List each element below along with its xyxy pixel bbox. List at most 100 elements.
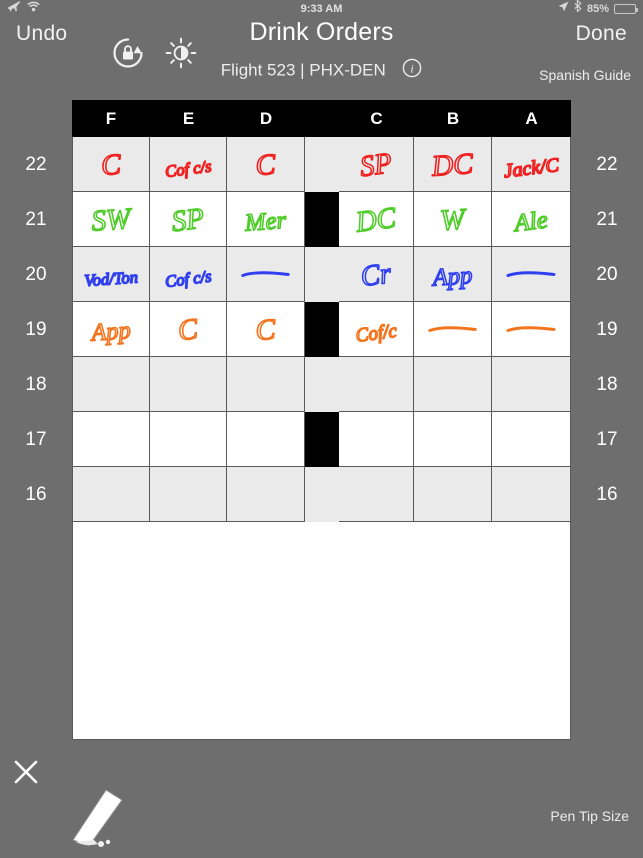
seat-cell-18F[interactable] xyxy=(72,357,150,412)
column-header-F: F xyxy=(105,108,117,128)
seat-cell-20B[interactable]: App xyxy=(414,247,492,302)
seat-cell-22A[interactable]: Jack/C xyxy=(492,137,571,192)
seat-cell-20D[interactable] xyxy=(227,247,305,302)
svg-text:Mer: Mer xyxy=(243,207,287,237)
column-header-C: C xyxy=(370,108,383,128)
seat-cell-20A[interactable] xyxy=(492,247,571,302)
seat-row-17: 17 17 xyxy=(25,412,618,467)
seat-cell-20C[interactable]: Cr xyxy=(339,247,414,302)
handwriting-ink: Cof c/s xyxy=(150,137,226,191)
seat-cell-16D[interactable] xyxy=(227,467,305,522)
seat-cell-20F[interactable]: Vod/Ton xyxy=(72,247,150,302)
seat-cell-18D[interactable] xyxy=(227,357,305,412)
seat-cell-22D[interactable]: C xyxy=(227,137,305,192)
aisle xyxy=(305,302,339,357)
seat-cell-17B[interactable] xyxy=(414,412,492,467)
status-bar-time: 9:33 AM xyxy=(300,3,343,15)
status-bar: 9:33 AM 85% xyxy=(0,0,643,18)
seat-cell-21C[interactable]: DC xyxy=(339,192,414,247)
svg-text:Vod/Ton: Vod/Ton xyxy=(84,267,139,290)
seat-cell-16E[interactable] xyxy=(150,467,227,522)
seat-cell-22B[interactable]: DC xyxy=(414,137,492,192)
handwriting-ink: C xyxy=(73,137,149,191)
row-number-left-20: 20 xyxy=(25,264,47,285)
seat-cell-20E[interactable]: Cof c/s xyxy=(150,247,227,302)
seat-cell-18B[interactable] xyxy=(414,357,492,412)
aisle xyxy=(305,247,339,302)
seat-cell-21E[interactable]: SP xyxy=(150,192,227,247)
handwriting-ink: Jack/C xyxy=(492,137,570,191)
notes-canvas[interactable] xyxy=(72,522,571,740)
aisle xyxy=(305,192,339,247)
seat-cell-17C[interactable] xyxy=(339,412,414,467)
pen-tip-size-label[interactable]: Pen Tip Size xyxy=(550,808,629,824)
eraser-icon[interactable] xyxy=(60,784,132,848)
info-icon[interactable]: i xyxy=(402,58,422,82)
svg-text:SP: SP xyxy=(170,202,206,238)
row-number-right-17: 17 xyxy=(596,429,618,450)
seat-row-22: 22 22 C Cof c/s C SP DC Jack/C xyxy=(25,137,618,192)
seat-cell-21A[interactable]: Ale xyxy=(492,192,571,247)
drink-orders-screen: 9:33 AM 85% Undo Drink Orders Flight 523… xyxy=(0,0,643,858)
seat-row-21: 21 21 SW SP Mer DC W Ale xyxy=(25,192,618,247)
spanish-guide-button[interactable]: Spanish Guide xyxy=(539,67,631,83)
seat-cell-17A[interactable] xyxy=(492,412,571,467)
column-header-D: D xyxy=(259,108,273,128)
page-title: Drink Orders xyxy=(249,18,394,46)
seat-row-16: 16 16 xyxy=(25,467,618,522)
handwriting-ink: Cof/c xyxy=(339,302,413,356)
seat-cell-16B[interactable] xyxy=(414,467,492,522)
aisle xyxy=(305,137,339,192)
seat-cell-17E[interactable] xyxy=(150,412,227,467)
bluetooth-icon xyxy=(574,0,582,18)
flight-label: Flight 523 | PHX-DEN xyxy=(220,60,386,80)
battery-icon xyxy=(614,4,638,14)
seat-cell-19C[interactable]: Cof/c xyxy=(339,302,414,357)
seat-cell-19B[interactable] xyxy=(414,302,492,357)
svg-text:SW: SW xyxy=(90,203,134,238)
row-number-left-22: 22 xyxy=(25,154,47,175)
seat-cell-16A[interactable] xyxy=(492,467,571,522)
seat-cell-19F[interactable]: App xyxy=(72,302,150,357)
seat-cell-21D[interactable]: Mer xyxy=(227,192,305,247)
seat-cell-22F[interactable]: C xyxy=(72,137,150,192)
handwriting-ink: App xyxy=(414,247,491,301)
done-button[interactable]: Done xyxy=(576,22,627,46)
svg-text:C: C xyxy=(254,149,276,182)
seat-cell-17F[interactable] xyxy=(72,412,150,467)
column-header-row: F E D C B A xyxy=(72,100,571,137)
svg-text:SP: SP xyxy=(358,147,393,183)
column-header-B: B xyxy=(446,108,460,128)
seat-cell-18A[interactable] xyxy=(492,357,571,412)
handwriting-ink: Cr xyxy=(339,247,413,301)
seat-cell-19A[interactable] xyxy=(492,302,571,357)
close-icon[interactable] xyxy=(12,758,40,786)
handwriting-ink: DC xyxy=(339,192,413,246)
handwriting-ink: W xyxy=(414,192,491,246)
seat-cell-18E[interactable] xyxy=(150,357,227,412)
handwriting-ink: SW xyxy=(73,192,149,246)
seat-cell-22E[interactable]: Cof c/s xyxy=(150,137,227,192)
seat-cell-18C[interactable] xyxy=(339,357,414,412)
handwriting-ink: C xyxy=(150,302,226,356)
seat-cell-17D[interactable] xyxy=(227,412,305,467)
column-header-E: E xyxy=(182,108,195,128)
aisle-spacer xyxy=(305,100,339,137)
seat-cell-19E[interactable]: C xyxy=(150,302,227,357)
aisle xyxy=(305,357,339,412)
seat-cell-21F[interactable]: SW xyxy=(72,192,150,247)
seat-cell-21B[interactable]: W xyxy=(414,192,492,247)
battery-percent-label: 85% xyxy=(586,3,609,15)
seat-cell-16F[interactable] xyxy=(72,467,150,522)
seat-cell-22C[interactable]: SP xyxy=(339,137,414,192)
pen-toolbar: Pen Tip Size xyxy=(0,746,643,858)
handwriting-ink: C xyxy=(227,137,304,191)
handwriting-ink: App xyxy=(73,302,149,356)
svg-text:DC: DC xyxy=(430,148,475,183)
handwriting-ink: C xyxy=(227,302,304,356)
grid-rows: 22 22 C Cof c/s C SP DC Jack/C 21 21 SW SP Mer DC W Ale… xyxy=(25,137,618,522)
svg-text:App: App xyxy=(430,262,474,292)
seat-cell-19D[interactable]: C xyxy=(227,302,305,357)
seat-cell-16C[interactable] xyxy=(339,467,414,522)
row-number-left-21: 21 xyxy=(25,209,47,230)
